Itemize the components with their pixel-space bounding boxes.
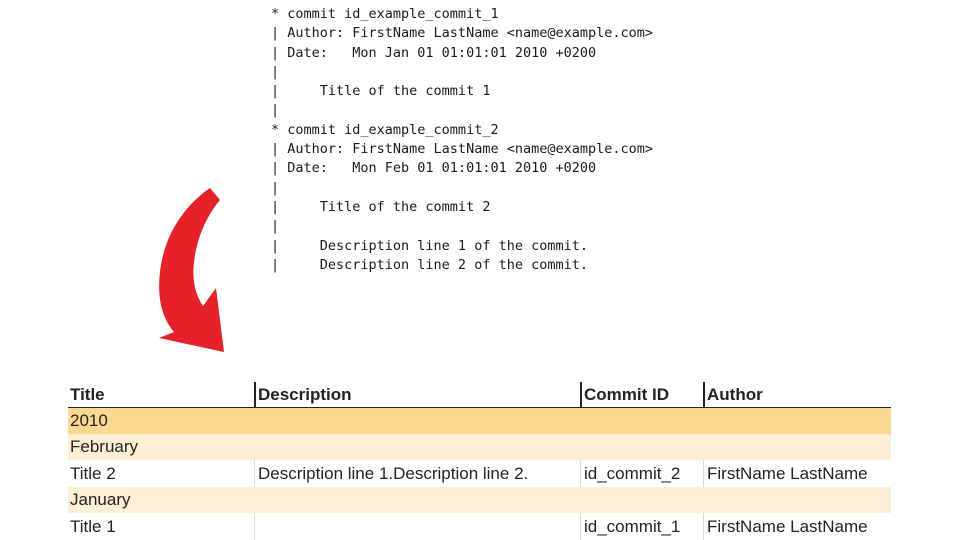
header-commit-id[interactable]: Commit ID bbox=[584, 385, 669, 405]
commit-table: Title Description Commit ID Author 2010 … bbox=[68, 382, 891, 540]
curved-arrow-icon bbox=[159, 188, 224, 352]
log-line: | Description line 2 of the commit. bbox=[271, 256, 588, 273]
table-header: Title Description Commit ID Author bbox=[68, 382, 891, 408]
log-line: | Title of the commit 2 bbox=[271, 198, 491, 215]
header-description[interactable]: Description bbox=[258, 385, 352, 405]
cell-commit-id: id_commit_1 bbox=[584, 517, 681, 536]
log-line: | bbox=[271, 179, 280, 196]
cell-author: FirstName LastName bbox=[707, 517, 868, 536]
cell-title: Title 2 bbox=[70, 464, 116, 483]
log-line: | Date: Mon Jan 01 01:01:01 2010 +0200 bbox=[271, 44, 597, 61]
cell-divider bbox=[703, 513, 704, 540]
cell-title: Title 1 bbox=[70, 517, 116, 536]
month-group-row[interactable]: January bbox=[68, 487, 891, 513]
log-line: | bbox=[271, 63, 280, 80]
table-row[interactable]: Title 2 Description line 1.Description l… bbox=[68, 460, 891, 487]
cell-commit-id: id_commit_2 bbox=[584, 464, 681, 483]
cell-divider bbox=[254, 513, 255, 540]
header-author[interactable]: Author bbox=[707, 385, 763, 405]
column-divider[interactable] bbox=[703, 382, 705, 407]
cell-description: Description line 1.Description line 2. bbox=[258, 464, 529, 483]
log-line: * commit id_example_commit_1 bbox=[271, 6, 499, 22]
log-line: | bbox=[271, 218, 280, 235]
cell-divider bbox=[580, 460, 581, 487]
log-line: | Description line 1 of the commit. bbox=[271, 237, 588, 254]
log-line: | Date: Mon Feb 01 01:01:01 2010 +0200 bbox=[271, 160, 597, 177]
column-divider[interactable] bbox=[254, 382, 256, 407]
log-line: | Author: FirstName LastName <name@examp… bbox=[271, 25, 654, 42]
cell-author: FirstName LastName bbox=[707, 464, 868, 483]
month-group-row[interactable]: February bbox=[68, 434, 891, 460]
git-log-output: * commit id_example_commit_1 | Author: F… bbox=[271, 5, 653, 275]
log-line: * commit id_example_commit_2 bbox=[271, 121, 499, 138]
year-group-row[interactable]: 2010 bbox=[68, 408, 891, 434]
cell-divider bbox=[254, 460, 255, 487]
log-line: | Author: FirstName LastName <name@examp… bbox=[271, 141, 654, 158]
log-line: | Title of the commit 1 bbox=[271, 83, 491, 100]
column-divider[interactable] bbox=[580, 382, 582, 407]
log-line: | bbox=[271, 102, 280, 119]
cell-divider bbox=[580, 513, 581, 540]
cell-divider bbox=[703, 460, 704, 487]
header-title[interactable]: Title bbox=[70, 385, 105, 405]
table-row[interactable]: Title 1 id_commit_1 FirstName LastName bbox=[68, 513, 891, 540]
